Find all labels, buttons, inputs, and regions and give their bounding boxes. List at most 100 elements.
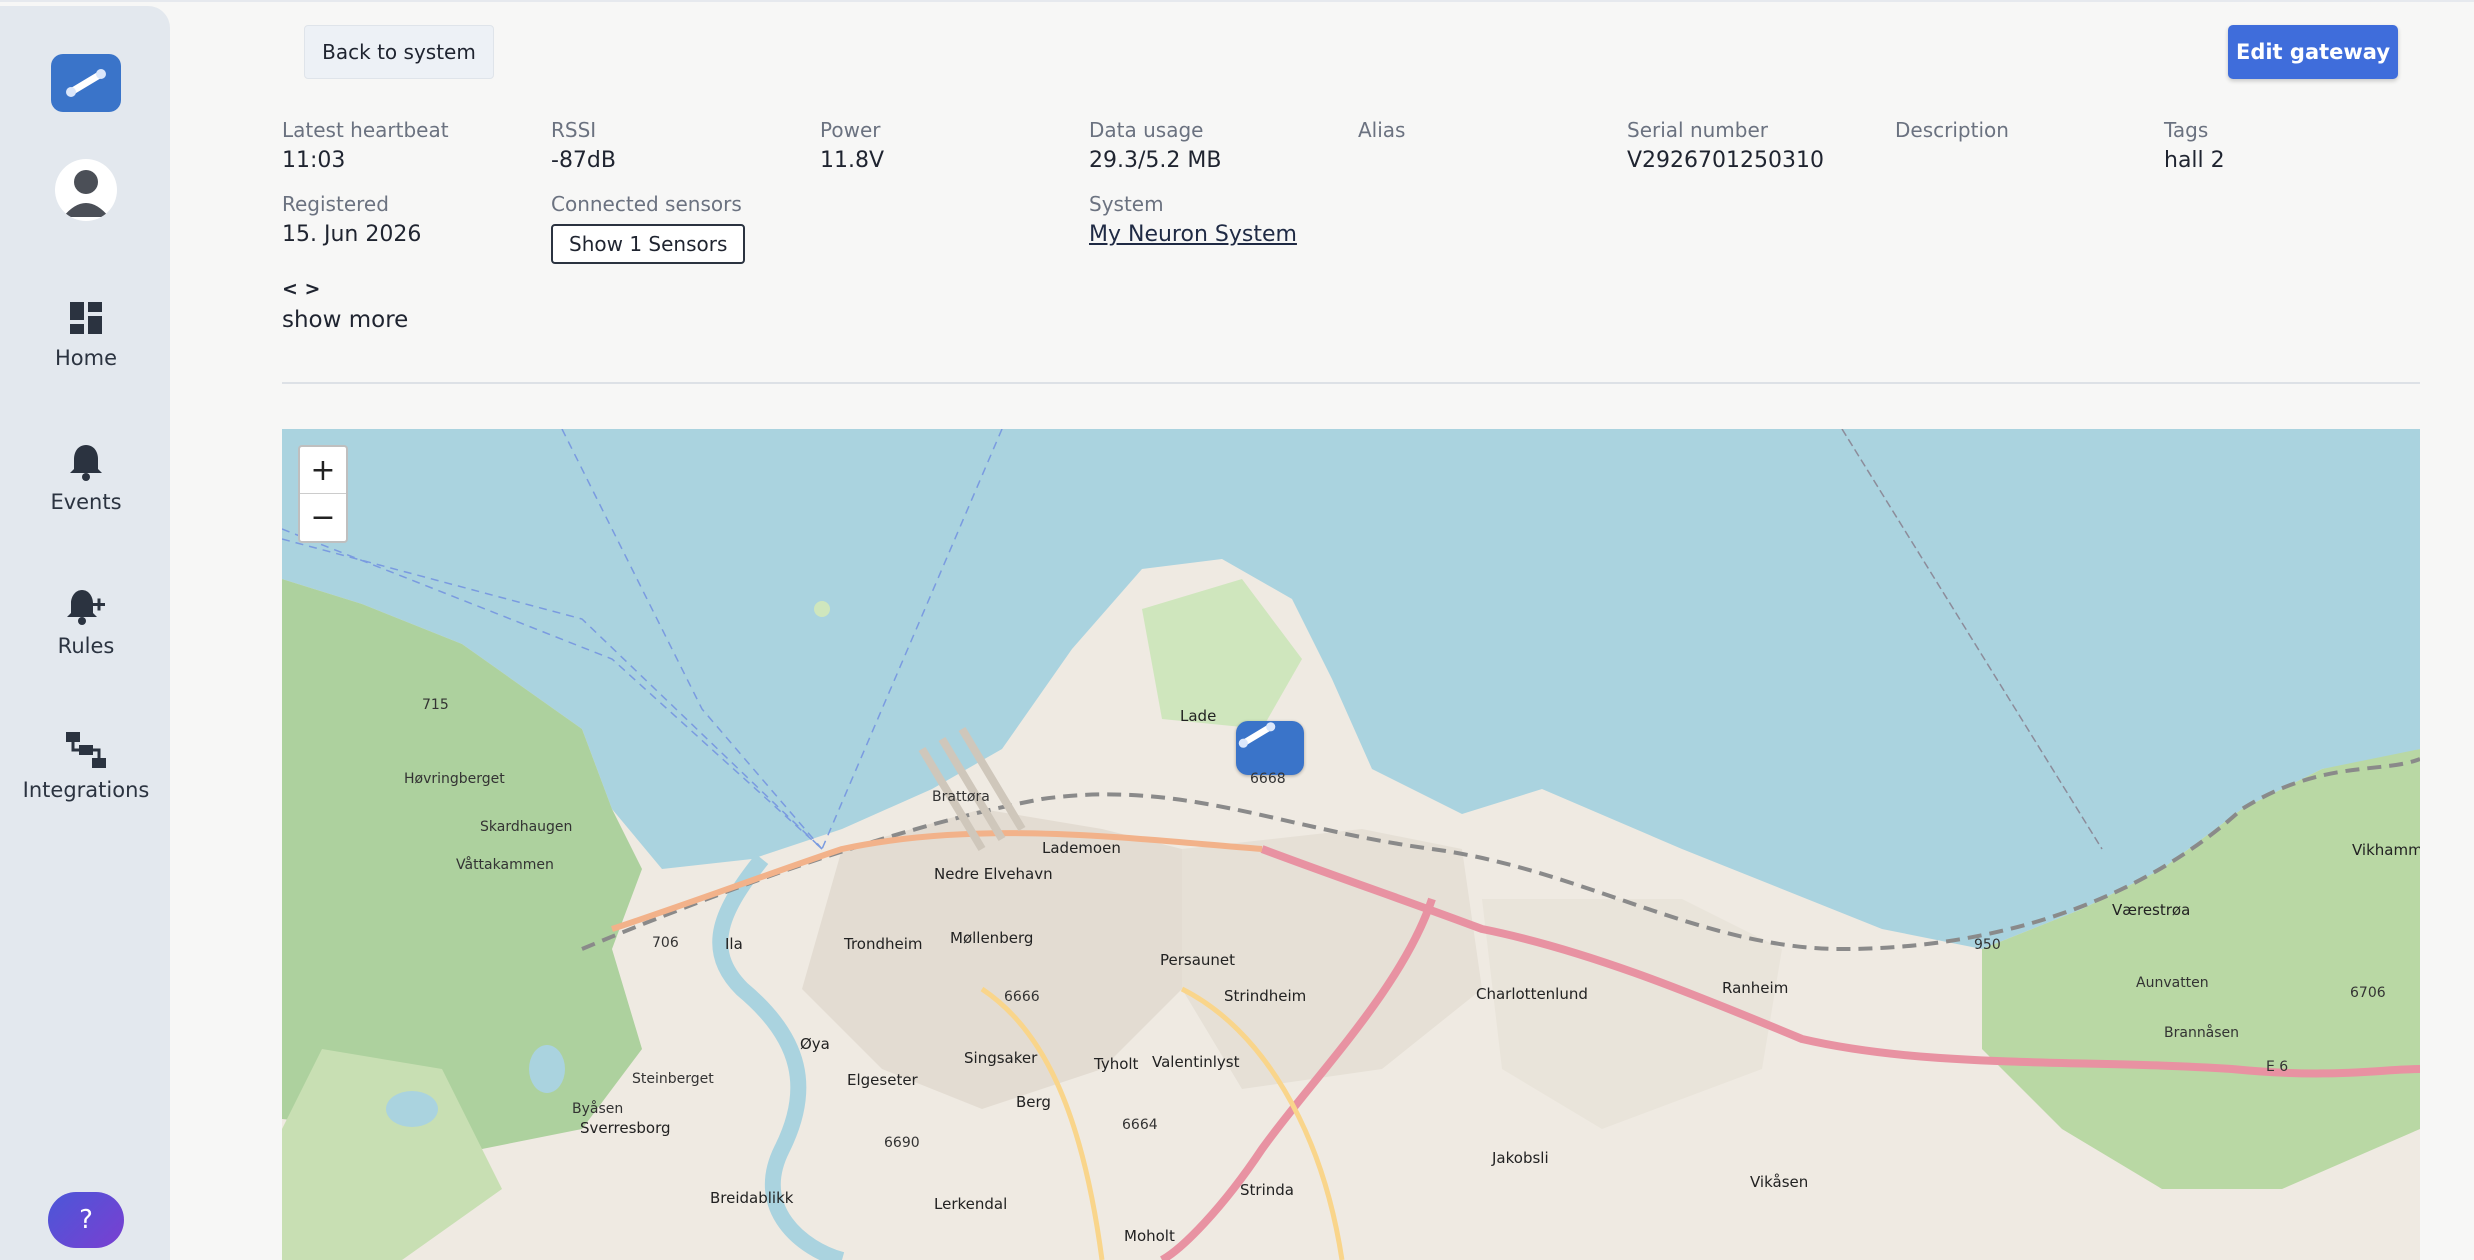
user-icon [63,170,109,217]
map-label-moholt: Moholt [1124,1227,1175,1245]
map-label-road-6666: 6666 [1004,989,1040,1005]
logo-icon [66,69,106,97]
field-label: Data usage [1089,118,1204,142]
map-label-breidablikk: Breidablikk [710,1189,794,1207]
field-value: hall 2 [2164,148,2225,173]
map-label-road-6706: 6706 [2350,985,2386,1001]
field-connected-sensors: Connected sensors Show 1 Sensors [551,192,746,264]
map-label-brannasen: Brannåsen [2164,1025,2240,1041]
map-label-ranheim: Ranheim [1722,979,1789,997]
field-value: 11.8V [820,148,885,173]
map-label-trondheim: Trondheim [844,935,923,953]
map-label-brattora: Brattøra [932,789,990,805]
map-label-valentinlyst: Valentinlyst [1152,1053,1240,1071]
map-label-nedre-elvehavn: Nedre Elvehavn [934,865,1053,883]
field-latest-heartbeat: Latest heartbeat 11:03 [282,118,449,173]
field-registered: Registered 15. Jun 2026 [282,192,421,247]
sidebar: Home Events Rules Integrations ? [0,6,170,1260]
map-label-lade: Lade [1180,707,1217,725]
map-label-road-715: 715 [422,697,449,713]
zoom-in-button[interactable]: + [300,447,346,493]
field-label: Power [820,118,881,142]
field-data-usage: Data usage 29.3/5.2 MB [1089,118,1221,173]
map-label-road-e6: E 6 [2266,1059,2289,1075]
field-label: Connected sensors [551,192,742,216]
code-toggle-icon[interactable]: < > [282,278,320,300]
field-value: 15. Jun 2026 [282,222,422,247]
avatar[interactable] [55,159,117,221]
sidebar-item-events[interactable]: Events [0,438,172,514]
map-label-berg: Berg [1016,1093,1051,1111]
map-label-strinda: Strinda [1240,1181,1294,1199]
field-label: System [1089,192,1164,216]
field-rssi: RSSI -87dB [551,118,616,173]
zoom-out-button[interactable]: − [300,494,346,540]
map-label-aunvatten: Aunvatten [2136,975,2209,991]
map-label-steinberget: Steinberget [632,1071,714,1087]
gateway-marker-icon [1238,722,1276,748]
dashboard-icon [70,302,102,334]
sidebar-item-rules[interactable]: Rules [0,582,172,658]
divider [282,382,2420,384]
sidebar-item-label: Home [54,346,117,370]
map-label-skardhaugen: Skardhaugen [480,819,573,835]
map-label-lademoen: Lademoen [1042,839,1121,857]
help-button[interactable]: ? [48,1192,124,1248]
field-power: Power 11.8V [820,118,884,173]
show-more-link[interactable]: show more [282,307,408,333]
map-label-tyholt: Tyholt [1094,1055,1139,1073]
map-label-persaunet: Persaunet [1160,951,1236,969]
field-label: RSSI [551,118,597,142]
map-label-elgeseter: Elgeseter [847,1071,918,1089]
map-label-vikhammer: Vikhammer [2352,841,2420,859]
field-label: Description [1895,118,2009,142]
zoom-control: + − [298,445,348,543]
sidebar-item-home[interactable]: Home [0,294,172,370]
map-label-road-706: 706 [652,935,679,951]
map-label-charlottenlund: Charlottenlund [1476,985,1588,1003]
map-label-mollenberg: Møllenberg [950,929,1034,947]
map-label-oya: Øya [800,1035,830,1053]
field-tags: Tags hall 2 [2164,118,2225,173]
map-label-ila: Ila [725,935,743,953]
map-label-lerkendal: Lerkendal [934,1195,1008,1213]
field-alias: Alias [1358,118,1405,148]
map-label-vikasen: Vikåsen [1750,1173,1809,1191]
field-value: -87dB [551,148,616,173]
flow-icon [66,732,106,768]
show-sensors-button[interactable]: Show 1 Sensors [551,224,746,264]
map-label-strindheim: Strindheim [1224,987,1307,1005]
sidebar-item-integrations[interactable]: Integrations [0,726,172,802]
app-logo[interactable] [51,54,121,112]
map-label-hovringberget: Høvringberget [404,771,505,787]
field-label: Serial number [1627,118,1769,142]
back-to-system-button[interactable]: Back to system [304,25,494,79]
field-label: Alias [1358,118,1406,142]
field-value: 11:03 [282,148,346,173]
map-label-road-6664: 6664 [1122,1117,1158,1133]
gateway-marker[interactable] [1236,721,1304,775]
sidebar-item-label: Rules [57,634,115,658]
map-label-jakobsli: Jakobsli [1492,1149,1549,1167]
bell-plus-icon [67,590,105,625]
map[interactable]: + − Lade Trondheim Nedre Elvehavn Lademo… [282,429,2420,1260]
edit-gateway-button[interactable]: Edit gateway [2228,25,2398,79]
map-label-road-6690: 6690 [884,1135,920,1151]
map-label-vaerestroa: Værestrøa [2112,901,2191,919]
sidebar-item-label: Events [50,490,122,514]
field-system: System My Neuron System [1089,192,1297,247]
field-value: V2926701250310 [1627,148,1825,173]
top-border [0,0,2474,2]
map-label-singsaker: Singsaker [964,1049,1038,1067]
field-label: Registered [282,192,389,216]
system-link[interactable]: My Neuron System [1089,222,1297,247]
field-value: 29.3/5.2 MB [1089,148,1222,173]
field-label: Latest heartbeat [282,118,449,142]
field-label: Tags [2164,118,2209,142]
field-description: Description [1895,118,2009,148]
map-label-road-6668: 6668 [1250,771,1286,787]
map-label-bymarka: Byåsen [572,1101,624,1117]
bell-icon [70,445,102,481]
map-label-road-950: 950 [1974,937,2001,953]
map-label-sverresborg: Sverresborg [580,1119,671,1137]
